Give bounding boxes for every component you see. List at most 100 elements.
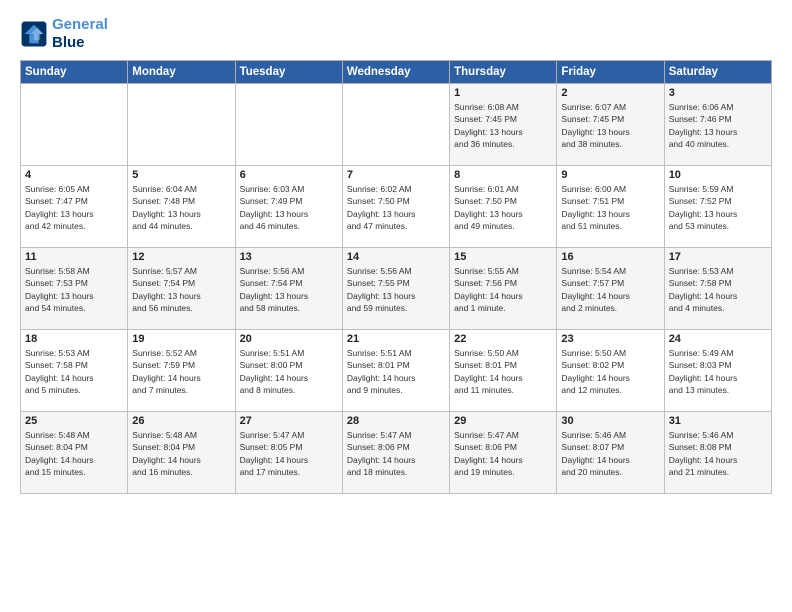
calendar-cell: 2 Sunrise: 6:07 AMSunset: 7:45 PMDaylight… [557, 84, 664, 166]
day-info: Sunrise: 6:04 AMSunset: 7:48 PMDaylight:… [132, 183, 230, 232]
logo-text-line2: Blue [52, 34, 108, 52]
day-number: 2 [561, 87, 659, 99]
day-info: Sunrise: 5:50 AMSunset: 8:01 PMDaylight:… [454, 347, 552, 396]
calendar-cell: 16 Sunrise: 5:54 AMSunset: 7:57 PMDayligh… [557, 248, 664, 330]
day-info: Sunrise: 5:48 AMSunset: 8:04 PMDaylight:… [132, 429, 230, 478]
calendar-cell: 21 Sunrise: 5:51 AMSunset: 8:01 PMDayligh… [342, 330, 449, 412]
day-info: Sunrise: 5:53 AMSunset: 7:58 PMDaylight:… [669, 265, 767, 314]
day-info: Sunrise: 5:55 AMSunset: 7:56 PMDaylight:… [454, 265, 552, 314]
day-info: Sunrise: 5:50 AMSunset: 8:02 PMDaylight:… [561, 347, 659, 396]
week-row-2: 4Sunrise: 6:05 AMSunset: 7:47 PMDaylight… [21, 166, 772, 248]
day-number: 8 [454, 169, 552, 181]
week-row-3: 11Sunrise: 5:58 AMSunset: 7:53 PMDayligh… [21, 248, 772, 330]
day-number: 21 [347, 333, 445, 345]
day-info: Sunrise: 6:03 AMSunset: 7:49 PMDaylight:… [240, 183, 338, 232]
day-number: 31 [669, 415, 767, 427]
day-number: 5 [132, 169, 230, 181]
calendar-cell: 31 Sunrise: 5:46 AMSunset: 8:08 PMDayligh… [664, 412, 771, 494]
day-number: 6 [240, 169, 338, 181]
day-info: Sunrise: 6:02 AMSunset: 7:50 PMDaylight:… [347, 183, 445, 232]
calendar-cell: 11Sunrise: 5:58 AMSunset: 7:53 PMDayligh… [21, 248, 128, 330]
calendar-cell: 10Sunrise: 5:59 AMSunset: 7:52 PMDayligh… [664, 166, 771, 248]
day-number: 17 [669, 251, 767, 263]
day-info: Sunrise: 5:53 AMSunset: 7:58 PMDaylight:… [25, 347, 123, 396]
calendar-cell: 26 Sunrise: 5:48 AMSunset: 8:04 PMDayligh… [128, 412, 235, 494]
day-info: Sunrise: 5:46 AMSunset: 8:07 PMDaylight:… [561, 429, 659, 478]
day-number: 7 [347, 169, 445, 181]
page: General Blue SundayMondayTuesdayWednesda… [0, 0, 792, 506]
calendar-cell: 5 Sunrise: 6:04 AMSunset: 7:48 PMDaylight… [128, 166, 235, 248]
week-row-1: 1 Sunrise: 6:08 AMSunset: 7:45 PMDaylight… [21, 84, 772, 166]
day-number: 28 [347, 415, 445, 427]
day-number: 18 [25, 333, 123, 345]
day-info: Sunrise: 5:49 AMSunset: 8:03 PMDaylight:… [669, 347, 767, 396]
day-info: Sunrise: 5:56 AMSunset: 7:54 PMDaylight:… [240, 265, 338, 314]
day-number: 24 [669, 333, 767, 345]
calendar-cell [235, 84, 342, 166]
calendar-cell: 6 Sunrise: 6:03 AMSunset: 7:49 PMDaylight… [235, 166, 342, 248]
day-number: 23 [561, 333, 659, 345]
day-info: Sunrise: 5:54 AMSunset: 7:57 PMDaylight:… [561, 265, 659, 314]
day-info: Sunrise: 5:51 AMSunset: 8:00 PMDaylight:… [240, 347, 338, 396]
calendar-cell: 17 Sunrise: 5:53 AMSunset: 7:58 PMDayligh… [664, 248, 771, 330]
calendar-cell: 22 Sunrise: 5:50 AMSunset: 8:01 PMDayligh… [450, 330, 557, 412]
calendar-cell: 23 Sunrise: 5:50 AMSunset: 8:02 PMDayligh… [557, 330, 664, 412]
day-number: 27 [240, 415, 338, 427]
calendar-cell: 4Sunrise: 6:05 AMSunset: 7:47 PMDaylight… [21, 166, 128, 248]
day-info: Sunrise: 5:48 AMSunset: 8:04 PMDaylight:… [25, 429, 123, 478]
calendar-cell: 28 Sunrise: 5:47 AMSunset: 8:06 PMDayligh… [342, 412, 449, 494]
day-info: Sunrise: 6:05 AMSunset: 7:47 PMDaylight:… [25, 183, 123, 232]
calendar-cell: 1 Sunrise: 6:08 AMSunset: 7:45 PMDaylight… [450, 84, 557, 166]
calendar-cell [21, 84, 128, 166]
calendar-cell: 20Sunrise: 5:51 AMSunset: 8:00 PMDayligh… [235, 330, 342, 412]
day-number: 1 [454, 87, 552, 99]
calendar-cell [128, 84, 235, 166]
calendar-table: SundayMondayTuesdayWednesdayThursdayFrid… [20, 60, 772, 494]
day-info: Sunrise: 5:46 AMSunset: 8:08 PMDaylight:… [669, 429, 767, 478]
day-number: 9 [561, 169, 659, 181]
day-info: Sunrise: 5:47 AMSunset: 8:05 PMDaylight:… [240, 429, 338, 478]
week-row-4: 18 Sunrise: 5:53 AMSunset: 7:58 PMDayligh… [21, 330, 772, 412]
header-day-friday: Friday [557, 61, 664, 84]
calendar-cell: 18 Sunrise: 5:53 AMSunset: 7:58 PMDayligh… [21, 330, 128, 412]
calendar-cell: 30 Sunrise: 5:46 AMSunset: 8:07 PMDayligh… [557, 412, 664, 494]
day-number: 29 [454, 415, 552, 427]
header-day-wednesday: Wednesday [342, 61, 449, 84]
day-number: 3 [669, 87, 767, 99]
day-info: Sunrise: 6:06 AMSunset: 7:46 PMDaylight:… [669, 101, 767, 150]
day-info: Sunrise: 5:56 AMSunset: 7:55 PMDaylight:… [347, 265, 445, 314]
day-number: 19 [132, 333, 230, 345]
day-number: 15 [454, 251, 552, 263]
header-day-saturday: Saturday [664, 61, 771, 84]
day-info: Sunrise: 6:08 AMSunset: 7:45 PMDaylight:… [454, 101, 552, 150]
day-number: 13 [240, 251, 338, 263]
day-info: Sunrise: 6:00 AMSunset: 7:51 PMDaylight:… [561, 183, 659, 232]
day-info: Sunrise: 5:51 AMSunset: 8:01 PMDaylight:… [347, 347, 445, 396]
day-info: Sunrise: 5:59 AMSunset: 7:52 PMDaylight:… [669, 183, 767, 232]
calendar-cell: 9 Sunrise: 6:00 AMSunset: 7:51 PMDaylight… [557, 166, 664, 248]
calendar-cell: 12Sunrise: 5:57 AMSunset: 7:54 PMDayligh… [128, 248, 235, 330]
header-day-sunday: Sunday [21, 61, 128, 84]
day-info: Sunrise: 5:58 AMSunset: 7:53 PMDaylight:… [25, 265, 123, 314]
logo: General Blue [20, 16, 108, 52]
logo-text-line1: General [52, 16, 108, 34]
day-info: Sunrise: 6:07 AMSunset: 7:45 PMDaylight:… [561, 101, 659, 150]
day-number: 16 [561, 251, 659, 263]
calendar-cell: 29Sunrise: 5:47 AMSunset: 8:06 PMDayligh… [450, 412, 557, 494]
day-number: 30 [561, 415, 659, 427]
calendar-cell: 25 Sunrise: 5:48 AMSunset: 8:04 PMDayligh… [21, 412, 128, 494]
day-number: 22 [454, 333, 552, 345]
day-info: Sunrise: 5:52 AMSunset: 7:59 PMDaylight:… [132, 347, 230, 396]
day-info: Sunrise: 5:47 AMSunset: 8:06 PMDaylight:… [347, 429, 445, 478]
calendar-cell: 15 Sunrise: 5:55 AMSunset: 7:56 PMDayligh… [450, 248, 557, 330]
calendar-cell: 24 Sunrise: 5:49 AMSunset: 8:03 PMDayligh… [664, 330, 771, 412]
day-number: 26 [132, 415, 230, 427]
calendar-cell [342, 84, 449, 166]
calendar-cell: 27 Sunrise: 5:47 AMSunset: 8:05 PMDayligh… [235, 412, 342, 494]
week-row-5: 25 Sunrise: 5:48 AMSunset: 8:04 PMDayligh… [21, 412, 772, 494]
day-number: 12 [132, 251, 230, 263]
calendar-cell: 7 Sunrise: 6:02 AMSunset: 7:50 PMDaylight… [342, 166, 449, 248]
day-number: 25 [25, 415, 123, 427]
calendar-cell: 19 Sunrise: 5:52 AMSunset: 7:59 PMDayligh… [128, 330, 235, 412]
day-info: Sunrise: 6:01 AMSunset: 7:50 PMDaylight:… [454, 183, 552, 232]
